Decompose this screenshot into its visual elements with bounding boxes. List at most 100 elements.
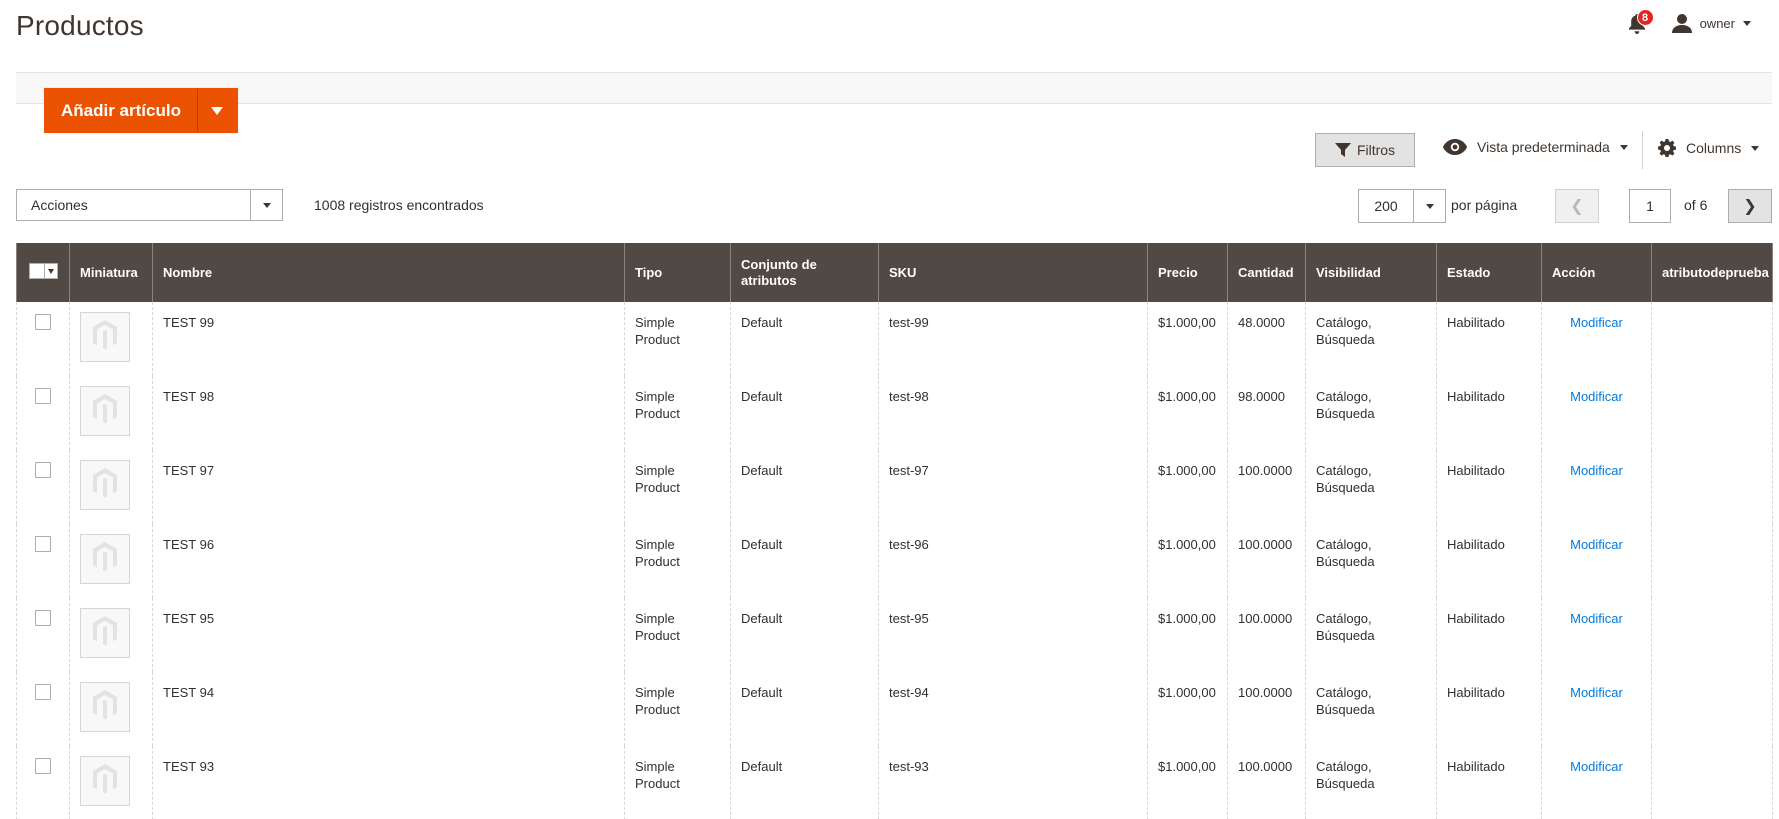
cell-sku: test-97	[878, 450, 1148, 524]
column-header[interactable]: Miniatura	[69, 243, 153, 302]
previous-page-button[interactable]: ❮	[1555, 189, 1599, 223]
row-select-cell	[16, 672, 70, 746]
edit-link[interactable]: Modificar	[1570, 463, 1623, 478]
view-switcher[interactable]: Vista predeterminada	[1443, 139, 1628, 155]
column-header[interactable]: atributodeprueba	[1651, 243, 1773, 302]
column-header[interactable]: Tipo	[624, 243, 731, 302]
cell-visibility: Catálogo, Búsqueda	[1305, 672, 1437, 746]
thumbnail-cell	[69, 672, 153, 746]
cell-price: $1.000,00	[1147, 598, 1228, 672]
column-header[interactable]: Visibilidad	[1305, 243, 1437, 302]
table-row[interactable]: TEST 95 Simple Product Default test-95 $1.00…	[16, 598, 1773, 672]
row-checkbox[interactable]	[35, 610, 51, 626]
cell-action: Modificar	[1541, 302, 1652, 376]
edit-link[interactable]: Modificar	[1570, 315, 1623, 330]
mass-actions-value: Acciones	[31, 197, 88, 213]
cell-price: $1.000,00	[1147, 450, 1228, 524]
table-row[interactable]: TEST 93 Simple Product Default test-93 $1.00…	[16, 746, 1773, 819]
product-thumbnail[interactable]	[80, 460, 130, 510]
edit-link[interactable]: Modificar	[1570, 759, 1623, 774]
cell-type: Simple Product	[624, 746, 731, 819]
cell-status: Habilitado	[1436, 376, 1542, 450]
edit-link[interactable]: Modificar	[1570, 537, 1623, 552]
row-checkbox[interactable]	[35, 462, 51, 478]
cell-status: Habilitado	[1436, 302, 1542, 376]
column-header: Acción	[1541, 243, 1652, 302]
notifications-button[interactable]: 8	[1628, 9, 1654, 34]
cell-quantity: 48.0000	[1227, 302, 1306, 376]
chevron-down-icon	[1751, 145, 1760, 151]
row-checkbox[interactable]	[35, 314, 51, 330]
header-actions: 8 owner	[1628, 9, 1751, 34]
row-checkbox[interactable]	[35, 536, 51, 552]
page-title: Productos	[16, 10, 144, 41]
cell-sku: test-94	[878, 672, 1148, 746]
column-header[interactable]: Conjunto de atributos	[730, 243, 879, 302]
cell-action: Modificar	[1541, 746, 1652, 819]
column-header[interactable]: Cantidad	[1227, 243, 1306, 302]
select-all-header	[16, 243, 70, 302]
cell-status: Habilitado	[1436, 450, 1542, 524]
column-header[interactable]: SKU	[878, 243, 1148, 302]
product-thumbnail[interactable]	[80, 312, 130, 362]
mass-actions-toggle[interactable]	[250, 190, 282, 220]
add-product-toggle[interactable]	[196, 89, 237, 132]
cell-action: Modificar	[1541, 450, 1652, 524]
cell-atributodeprueba	[1651, 450, 1773, 524]
cell-action: Modificar	[1541, 672, 1652, 746]
select-all-dropdown[interactable]	[28, 263, 58, 279]
table-row[interactable]: TEST 99 Simple Product Default test-99 $1.00…	[16, 302, 1773, 376]
row-select-cell	[16, 746, 70, 819]
cell-sku: test-96	[878, 524, 1148, 598]
edit-link[interactable]: Modificar	[1570, 611, 1623, 626]
row-checkbox[interactable]	[35, 388, 51, 404]
cell-attribute-set: Default	[730, 376, 879, 450]
per-page-select[interactable]: 200	[1358, 189, 1446, 223]
thumbnail-cell	[69, 302, 153, 376]
user-menu[interactable]: owner	[1671, 13, 1751, 33]
row-checkbox[interactable]	[35, 758, 51, 774]
columns-label: Columns	[1686, 140, 1742, 156]
product-thumbnail[interactable]	[80, 756, 130, 806]
cell-quantity: 98.0000	[1227, 376, 1306, 450]
product-thumbnail[interactable]	[80, 386, 130, 436]
table-row[interactable]: TEST 97 Simple Product Default test-97 $1.00…	[16, 450, 1773, 524]
page-number-input[interactable]: 1	[1629, 189, 1671, 223]
column-header[interactable]: Estado	[1436, 243, 1542, 302]
column-header[interactable]: Precio	[1147, 243, 1228, 302]
mass-actions-select[interactable]: Acciones	[16, 189, 283, 221]
magento-placeholder-icon	[91, 393, 119, 429]
row-select-cell	[16, 302, 70, 376]
add-product-button[interactable]: Añadir artículo	[45, 89, 197, 132]
product-thumbnail[interactable]	[80, 682, 130, 732]
product-thumbnail[interactable]	[80, 534, 130, 584]
eye-icon	[1443, 139, 1467, 155]
cell-visibility: Catálogo, Búsqueda	[1305, 524, 1437, 598]
filters-button[interactable]: Filtros	[1315, 133, 1415, 167]
cell-type: Simple Product	[624, 598, 731, 672]
magento-placeholder-icon	[91, 763, 119, 799]
table-row[interactable]: TEST 96 Simple Product Default test-96 $1.00…	[16, 524, 1773, 598]
cell-price: $1.000,00	[1147, 672, 1228, 746]
cell-sku: test-95	[878, 598, 1148, 672]
cell-quantity: 100.0000	[1227, 672, 1306, 746]
thumbnail-cell	[69, 524, 153, 598]
cell-action: Modificar	[1541, 376, 1652, 450]
cell-type: Simple Product	[624, 302, 731, 376]
magento-placeholder-icon	[91, 689, 119, 725]
cell-atributodeprueba	[1651, 598, 1773, 672]
cell-attribute-set: Default	[730, 746, 879, 819]
columns-control[interactable]: Columns	[1658, 139, 1760, 157]
table-row[interactable]: TEST 98 Simple Product Default test-98 $1.00…	[16, 376, 1773, 450]
edit-link[interactable]: Modificar	[1570, 685, 1623, 700]
product-thumbnail[interactable]	[80, 608, 130, 658]
table-row[interactable]: TEST 94 Simple Product Default test-94 $1.00…	[16, 672, 1773, 746]
cell-name: TEST 99	[152, 302, 625, 376]
next-page-button[interactable]: ❯	[1728, 189, 1772, 223]
per-page-toggle[interactable]	[1413, 190, 1445, 222]
cell-attribute-set: Default	[730, 302, 879, 376]
row-checkbox[interactable]	[35, 684, 51, 700]
column-header[interactable]: Nombre	[152, 243, 625, 302]
edit-link[interactable]: Modificar	[1570, 389, 1623, 404]
cell-status: Habilitado	[1436, 746, 1542, 819]
